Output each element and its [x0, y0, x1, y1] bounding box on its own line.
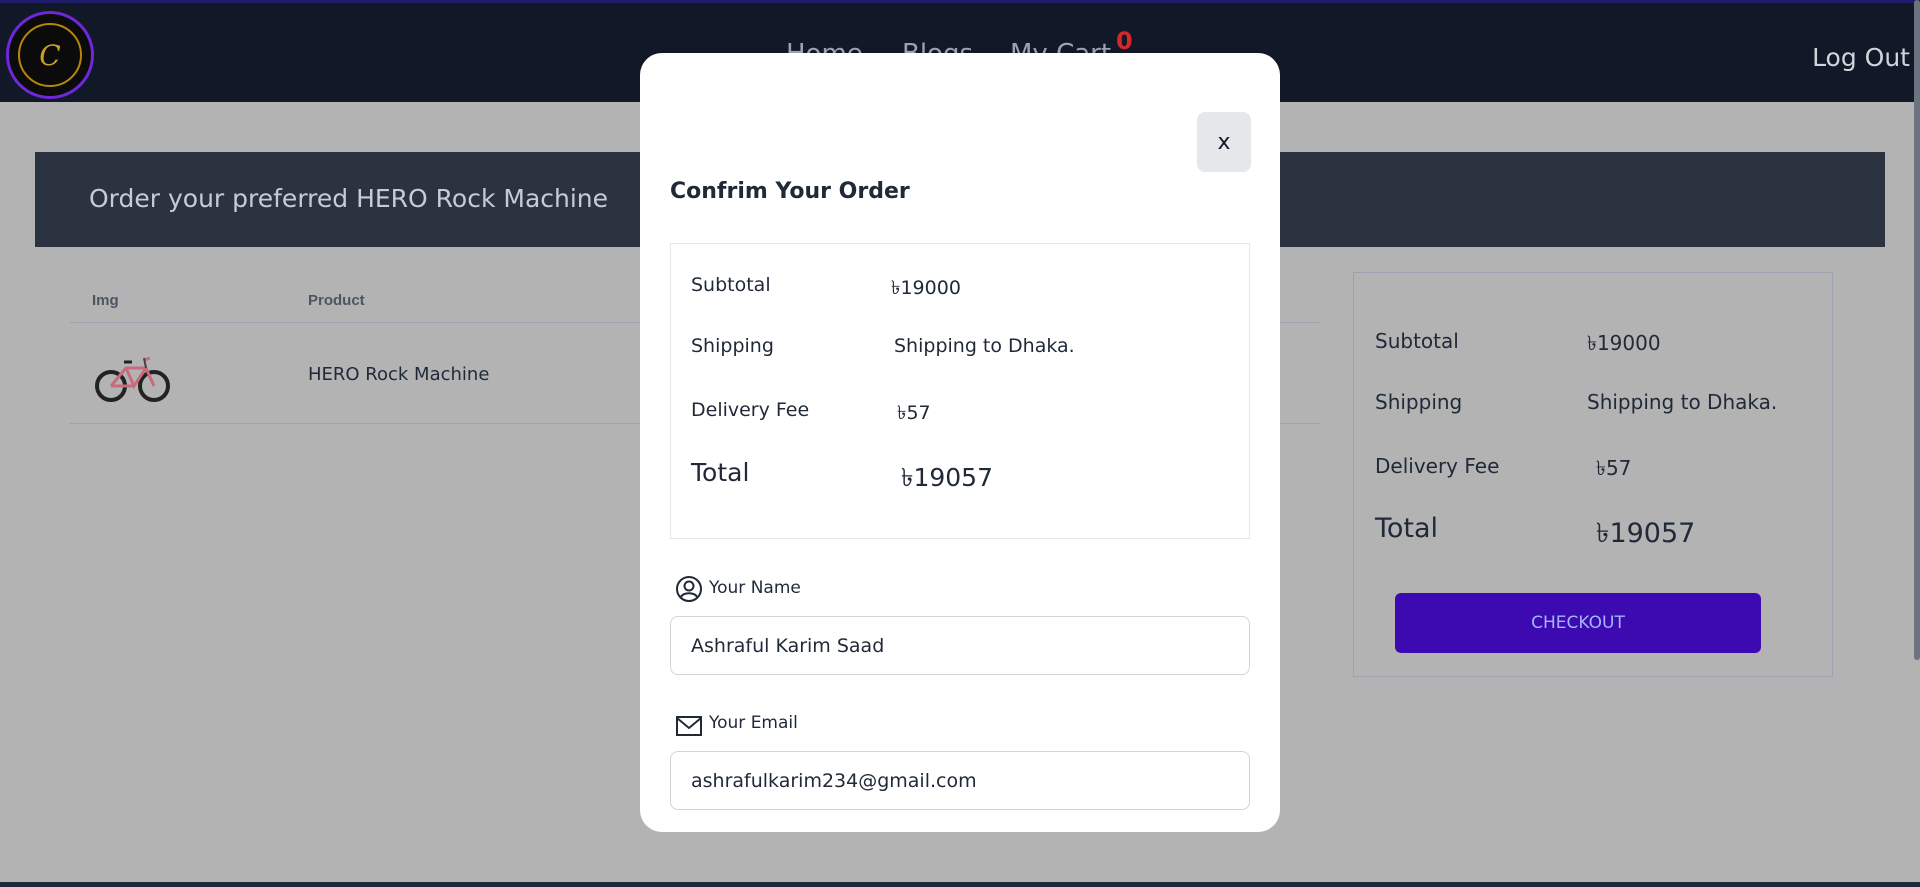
modal-delivery-value: ৳57 — [897, 402, 931, 424]
column-header-product: Product — [308, 292, 365, 309]
modal-subtotal-value: ৳19000 — [891, 277, 961, 299]
cart-count-badge: 0 — [1116, 27, 1133, 55]
order-details-box: Subtotal ৳19000 Shipping Shipping to Dha… — [670, 243, 1250, 539]
name-input[interactable] — [670, 616, 1250, 675]
logo-monogram: C — [18, 23, 82, 87]
envelope-icon — [676, 716, 702, 736]
summary-shipping-value: Shipping to Dhaka. — [1587, 390, 1778, 414]
modal-title: Confrim Your Order — [670, 179, 910, 204]
logout-link[interactable]: Log Out — [1812, 43, 1910, 72]
summary-delivery-value: ৳57 — [1596, 456, 1632, 480]
email-input[interactable] — [670, 751, 1250, 810]
user-circle-icon — [676, 576, 702, 602]
brand-logo[interactable]: C — [6, 11, 94, 99]
bicycle-image — [95, 356, 170, 402]
close-button[interactable]: x — [1197, 112, 1251, 172]
modal-subtotal-label: Subtotal — [691, 274, 771, 296]
modal-total-value: ৳19057 — [901, 463, 993, 492]
modal-total-label: Total — [691, 458, 750, 487]
checkout-button[interactable]: CHECKOUT — [1395, 593, 1761, 653]
summary-shipping-label: Shipping — [1375, 390, 1463, 414]
modal-delivery-label: Delivery Fee — [691, 399, 810, 421]
confirm-order-modal: x Confrim Your Order Subtotal ৳19000 Shi… — [640, 53, 1280, 832]
modal-shipping-label: Shipping — [691, 335, 774, 357]
summary-subtotal-label: Subtotal — [1375, 329, 1459, 353]
email-field-label: Your Email — [709, 713, 798, 733]
table-cell-product: HERO Rock Machine — [308, 364, 490, 385]
summary-total-value: ৳19057 — [1596, 518, 1696, 549]
column-header-img: Img — [92, 292, 119, 309]
order-summary-card: Subtotal ৳19000 Shipping Shipping to Dha… — [1353, 272, 1833, 677]
page-scrollbar[interactable] — [1914, 0, 1920, 660]
summary-subtotal-value: ৳19000 — [1587, 331, 1661, 355]
summary-total-label: Total — [1375, 513, 1439, 544]
banner-title: Order your preferred HERO Rock Machine — [89, 184, 609, 213]
name-field-label: Your Name — [709, 578, 801, 598]
summary-delivery-label: Delivery Fee — [1375, 454, 1500, 478]
modal-shipping-value: Shipping to Dhaka. — [894, 335, 1075, 357]
footer-strip — [0, 882, 1920, 887]
